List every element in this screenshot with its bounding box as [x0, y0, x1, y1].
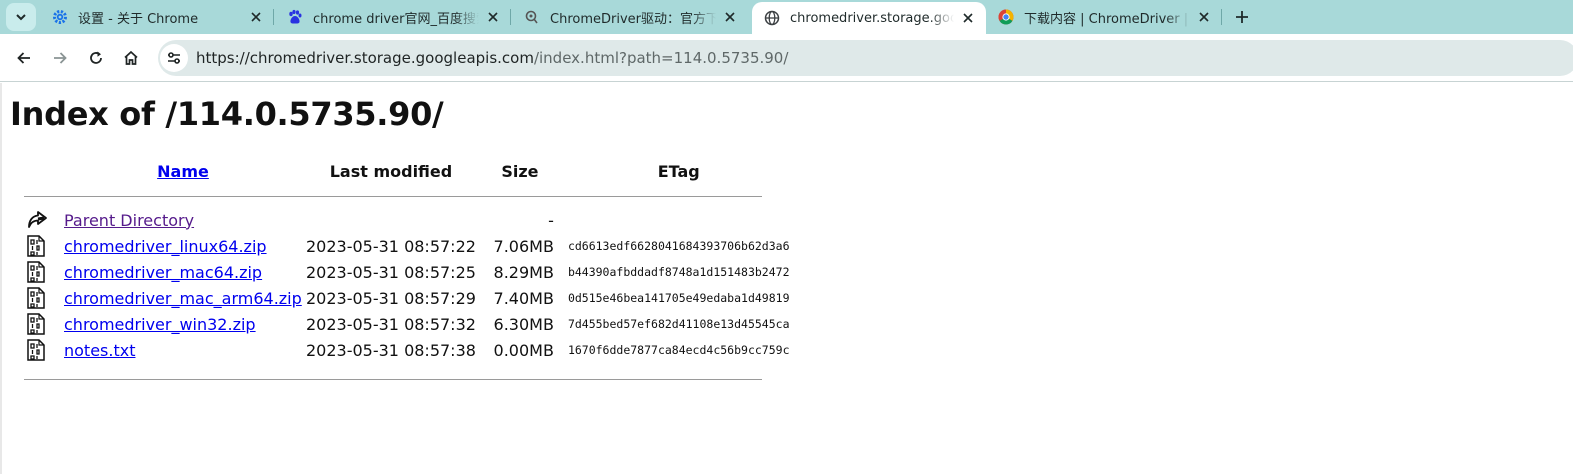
- tab-separator: [1221, 9, 1222, 25]
- reload-button[interactable]: [82, 44, 110, 72]
- binary-file-icon: [27, 339, 45, 361]
- modified-cell: 2023-05-31 08:57:25: [306, 262, 476, 282]
- binary-file-icon: [27, 261, 45, 283]
- reload-icon: [90, 51, 102, 64]
- tab-search-button[interactable]: [6, 3, 36, 31]
- icon-column-header: [24, 157, 62, 185]
- last-modified-column-header: Last modified: [329, 161, 453, 181]
- file-link[interactable]: notes.txt: [64, 341, 135, 360]
- size-cell: -: [548, 210, 554, 230]
- chrome-logo-icon: [998, 9, 1014, 25]
- etag-cell: 7d455bed57ef682d41108e13d45545ca: [567, 317, 790, 331]
- close-icon[interactable]: [720, 7, 740, 27]
- size-column-header: Size: [501, 161, 539, 181]
- tab-separator: [273, 9, 274, 25]
- header-divider-row: [24, 185, 792, 207]
- tab-title: chromedriver.storage.googleapis.com: [790, 10, 954, 26]
- tab-chromedriver-download[interactable]: ChromeDriver驱动：官方下载: [512, 0, 748, 34]
- tab-chrome-downloads[interactable]: 下载内容 | ChromeDriver | Chrome: [986, 0, 1222, 34]
- tab-separator: [510, 9, 511, 25]
- divider: [24, 378, 762, 380]
- tab-strip: 设置 - 关于 Chrome chrome driver官网_百度搜索 Chro…: [0, 0, 1573, 34]
- etag-cell: b44390afbddadf8748a1d151483b2472: [567, 265, 790, 279]
- modified-cell: [304, 207, 484, 233]
- page-content: Index of /114.0.5735.90/ Name Last modif…: [0, 83, 1573, 474]
- etag-cell: [556, 207, 792, 233]
- etag-cell: 0d515e46bea141705e49edaba1d49819: [567, 291, 790, 305]
- url-path: /index.html?path=114.0.5735.90/: [533, 49, 789, 67]
- close-icon[interactable]: [483, 7, 503, 27]
- modified-cell: 2023-05-31 08:57:38: [306, 340, 476, 360]
- file-link[interactable]: chromedriver_mac_arm64.zip: [64, 289, 302, 308]
- sort-by-name-link[interactable]: Name: [157, 162, 209, 181]
- plus-icon: [1236, 11, 1248, 23]
- directory-listing-table: Name Last modified Size ETag Parent Dire…: [24, 157, 792, 385]
- back-arrow-icon: [28, 211, 47, 229]
- globe-icon: [764, 10, 780, 26]
- back-button[interactable]: [10, 44, 38, 72]
- etag-column-header: ETag: [657, 161, 700, 181]
- tab-title: chrome driver官网_百度搜索: [313, 11, 479, 27]
- baidu-paw-icon: [287, 9, 303, 25]
- home-button[interactable]: [117, 44, 145, 72]
- tab-chromedriver-storage[interactable]: chromedriver.storage.googleapis.com: [752, 2, 986, 34]
- name-column-header: Name: [62, 157, 304, 185]
- parent-directory-link[interactable]: Parent Directory: [64, 211, 194, 230]
- size-cell: 0.00MB: [493, 340, 554, 360]
- table-row: chromedriver_linux64.zip 2023-05-31 08:5…: [24, 233, 792, 259]
- binary-file-icon: [27, 313, 45, 335]
- size-cell: 6.30MB: [493, 314, 554, 334]
- forward-button[interactable]: [46, 44, 74, 72]
- binary-file-icon: [27, 235, 45, 257]
- binary-file-icon: [27, 287, 45, 309]
- etag-cell: cd6613edf6628041684393706b62d3a6: [567, 239, 790, 253]
- chevron-down-icon: [16, 14, 26, 21]
- table-row: chromedriver_mac_arm64.zip 2023-05-31 08…: [24, 285, 792, 311]
- arrow-right-icon: [54, 52, 67, 64]
- page-title: Index of /114.0.5735.90/: [10, 95, 444, 133]
- tune-icon: [168, 52, 180, 64]
- settings-gear-icon: [52, 9, 68, 25]
- table-row: chromedriver_win32.zip 2023-05-31 08:57:…: [24, 311, 792, 337]
- new-tab-button[interactable]: [1229, 4, 1255, 30]
- tab-title: ChromeDriver驱动：官方下载: [550, 11, 716, 27]
- address-bar[interactable]: https://chromedriver.storage.googleapis.…: [158, 40, 1573, 76]
- close-icon[interactable]: [246, 7, 266, 27]
- viewport-edge: [0, 83, 2, 474]
- tab-title: 下载内容 | ChromeDriver | Chrome: [1024, 11, 1190, 27]
- size-cell: 7.06MB: [493, 236, 554, 256]
- divider: [24, 195, 762, 197]
- browser-toolbar: https://chromedriver.storage.googleapis.…: [0, 34, 1573, 82]
- size-cell: 7.40MB: [493, 288, 554, 308]
- size-cell: 8.29MB: [493, 262, 554, 282]
- file-link[interactable]: chromedriver_linux64.zip: [64, 237, 267, 256]
- modified-cell: 2023-05-31 08:57:32: [306, 314, 476, 334]
- table-row: chromedriver_mac64.zip 2023-05-31 08:57:…: [24, 259, 792, 285]
- modified-cell: 2023-05-31 08:57:29: [306, 288, 476, 308]
- close-icon[interactable]: [1194, 7, 1214, 27]
- table-row: Parent Directory -: [24, 207, 792, 233]
- tab-baidu-search[interactable]: chrome driver官网_百度搜索: [275, 0, 511, 34]
- tab-settings-about[interactable]: 设置 - 关于 Chrome: [40, 0, 274, 34]
- file-link[interactable]: chromedriver_mac64.zip: [64, 263, 262, 282]
- table-row: notes.txt 2023-05-31 08:57:38 0.00MB 167…: [24, 337, 792, 363]
- file-link[interactable]: chromedriver_win32.zip: [64, 315, 256, 334]
- close-icon[interactable]: [958, 8, 978, 28]
- arrow-left-icon: [17, 52, 30, 64]
- site-pin-icon: [524, 9, 540, 25]
- etag-cell: 1670f6dde7877ca84ecd4c56b9cc759c: [567, 343, 790, 357]
- tab-title: 设置 - 关于 Chrome: [78, 11, 199, 27]
- url-text[interactable]: https://chromedriver.storage.googleapis.…: [196, 49, 788, 67]
- url-host: https://chromedriver.storage.googleapis.…: [196, 49, 534, 67]
- footer-divider-row: [24, 363, 792, 385]
- table-header-row: Name Last modified Size ETag: [24, 157, 792, 185]
- home-icon: [124, 50, 138, 65]
- site-info-button[interactable]: [160, 44, 188, 72]
- modified-cell: 2023-05-31 08:57:22: [306, 236, 476, 256]
